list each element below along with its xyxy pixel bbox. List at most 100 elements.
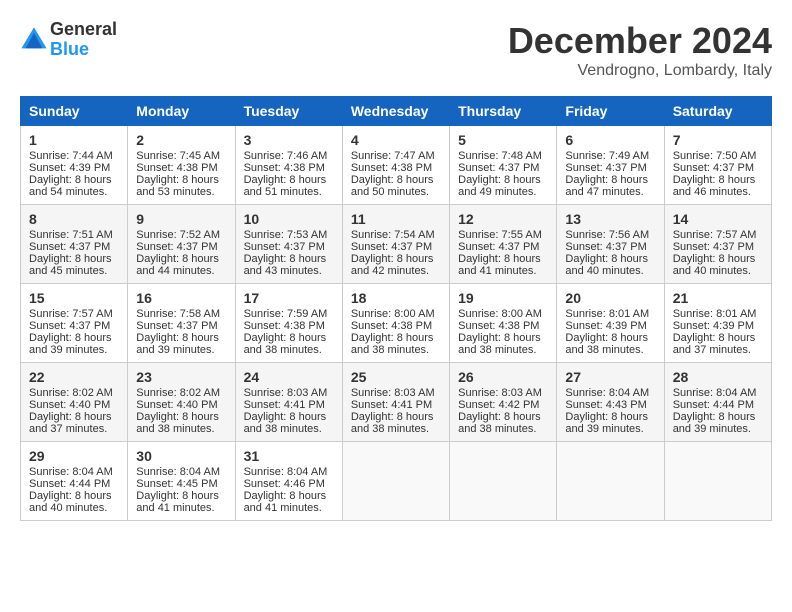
sunrise-text: Sunrise: 7:46 AM (244, 150, 334, 162)
sunrise-text: Sunrise: 7:56 AM (565, 229, 655, 241)
sunset-text: Sunset: 4:38 PM (351, 162, 441, 174)
day-number: 9 (136, 211, 226, 227)
sunset-text: Sunset: 4:41 PM (351, 399, 441, 411)
sunset-text: Sunset: 4:39 PM (29, 162, 119, 174)
sunrise-text: Sunrise: 7:48 AM (458, 150, 548, 162)
calendar-day-cell: 7Sunrise: 7:50 AMSunset: 4:37 PMDaylight… (664, 126, 771, 205)
day-number: 26 (458, 369, 548, 385)
day-number: 14 (673, 211, 763, 227)
daylight-text: Daylight: 8 hours and 38 minutes. (351, 411, 441, 435)
day-number: 30 (136, 448, 226, 464)
daylight-text: Daylight: 8 hours and 37 minutes. (673, 332, 763, 356)
calendar-day-cell: 3Sunrise: 7:46 AMSunset: 4:38 PMDaylight… (235, 126, 342, 205)
logo: General Blue (20, 20, 117, 60)
calendar-day-cell: 22 Sunrise: 8:02 AMSunset: 4:40 PMDayligh… (21, 363, 128, 442)
calendar-day-cell: 4Sunrise: 7:47 AMSunset: 4:38 PMDaylight… (342, 126, 449, 205)
calendar-day-cell: 20Sunrise: 8:01 AMSunset: 4:39 PMDayligh… (557, 284, 664, 363)
sunset-text: Sunset: 4:42 PM (458, 399, 548, 411)
sunset-text: Sunset: 4:37 PM (136, 320, 226, 332)
sunrise-text: Sunrise: 8:03 AM (244, 387, 334, 399)
daylight-text: Daylight: 8 hours and 38 minutes. (136, 411, 226, 435)
sunrise-text: Sunrise: 8:03 AM (458, 387, 548, 399)
daylight-text: Daylight: 8 hours and 51 minutes. (244, 174, 334, 198)
calendar-day-cell: 31Sunrise: 8:04 AMSunset: 4:46 PMDayligh… (235, 442, 342, 521)
calendar-day-cell: 23Sunrise: 8:02 AMSunset: 4:40 PMDayligh… (128, 363, 235, 442)
sunset-text: Sunset: 4:44 PM (29, 478, 119, 490)
calendar-day-cell: 2Sunrise: 7:45 AMSunset: 4:38 PMDaylight… (128, 126, 235, 205)
daylight-text: Daylight: 8 hours and 39 minutes. (136, 332, 226, 356)
day-number: 7 (673, 132, 763, 148)
daylight-text: Daylight: 8 hours and 40 minutes. (29, 490, 119, 514)
calendar-day-cell: 14Sunrise: 7:57 AMSunset: 4:37 PMDayligh… (664, 205, 771, 284)
header-day: Tuesday (235, 97, 342, 126)
sunset-text: Sunset: 4:41 PM (244, 399, 334, 411)
daylight-text: Daylight: 8 hours and 44 minutes. (136, 253, 226, 277)
daylight-text: Daylight: 8 hours and 38 minutes. (565, 332, 655, 356)
sunrise-text: Sunrise: 7:55 AM (458, 229, 548, 241)
sunset-text: Sunset: 4:38 PM (244, 162, 334, 174)
calendar-day-cell: 29Sunrise: 8:04 AMSunset: 4:44 PMDayligh… (21, 442, 128, 521)
calendar-day-cell: 30Sunrise: 8:04 AMSunset: 4:45 PMDayligh… (128, 442, 235, 521)
daylight-text: Daylight: 8 hours and 38 minutes. (458, 411, 548, 435)
header-day: Sunday (21, 97, 128, 126)
daylight-text: Daylight: 8 hours and 39 minutes. (673, 411, 763, 435)
day-number: 21 (673, 290, 763, 306)
sunset-text: Sunset: 4:37 PM (29, 241, 119, 253)
logo-blue-text: Blue (50, 40, 117, 60)
day-number: 15 (29, 290, 119, 306)
daylight-text: Daylight: 8 hours and 41 minutes. (458, 253, 548, 277)
sunset-text: Sunset: 4:39 PM (673, 320, 763, 332)
daylight-text: Daylight: 8 hours and 53 minutes. (136, 174, 226, 198)
sunrise-text: Sunrise: 8:04 AM (136, 466, 226, 478)
day-number: 24 (244, 369, 334, 385)
day-number: 6 (565, 132, 655, 148)
day-number: 11 (351, 211, 441, 227)
calendar-day-cell: 10Sunrise: 7:53 AMSunset: 4:37 PMDayligh… (235, 205, 342, 284)
calendar-day-cell: 28Sunrise: 8:04 AMSunset: 4:44 PMDayligh… (664, 363, 771, 442)
sunset-text: Sunset: 4:37 PM (673, 162, 763, 174)
calendar-day-cell (664, 442, 771, 521)
day-number: 1 (29, 132, 119, 148)
daylight-text: Daylight: 8 hours and 38 minutes. (244, 411, 334, 435)
daylight-text: Daylight: 8 hours and 37 minutes. (29, 411, 119, 435)
calendar-day-cell: 17Sunrise: 7:59 AMSunset: 4:38 PMDayligh… (235, 284, 342, 363)
day-number: 20 (565, 290, 655, 306)
sunrise-text: Sunrise: 7:45 AM (136, 150, 226, 162)
sunset-text: Sunset: 4:40 PM (29, 399, 119, 411)
daylight-text: Daylight: 8 hours and 46 minutes. (673, 174, 763, 198)
sunrise-text: Sunrise: 8:03 AM (351, 387, 441, 399)
calendar-day-cell: 8Sunrise: 7:51 AMSunset: 4:37 PMDaylight… (21, 205, 128, 284)
day-number: 22 (29, 369, 119, 385)
sunset-text: Sunset: 4:44 PM (673, 399, 763, 411)
sunrise-text: Sunrise: 8:04 AM (565, 387, 655, 399)
daylight-text: Daylight: 8 hours and 41 minutes. (244, 490, 334, 514)
sunset-text: Sunset: 4:37 PM (458, 241, 548, 253)
daylight-text: Daylight: 8 hours and 41 minutes. (136, 490, 226, 514)
calendar-day-cell: 1Sunrise: 7:44 AMSunset: 4:39 PMDaylight… (21, 126, 128, 205)
sunrise-text: Sunrise: 7:57 AM (673, 229, 763, 241)
day-number: 12 (458, 211, 548, 227)
calendar-day-cell: 9Sunrise: 7:52 AMSunset: 4:37 PMDaylight… (128, 205, 235, 284)
sunset-text: Sunset: 4:37 PM (29, 320, 119, 332)
sunrise-text: Sunrise: 8:00 AM (351, 308, 441, 320)
day-number: 27 (565, 369, 655, 385)
calendar-day-cell: 16Sunrise: 7:58 AMSunset: 4:37 PMDayligh… (128, 284, 235, 363)
sunset-text: Sunset: 4:37 PM (565, 241, 655, 253)
sunrise-text: Sunrise: 8:04 AM (244, 466, 334, 478)
sunrise-text: Sunrise: 7:49 AM (565, 150, 655, 162)
sunrise-text: Sunrise: 8:02 AM (136, 387, 226, 399)
sunset-text: Sunset: 4:40 PM (136, 399, 226, 411)
calendar-day-cell: 21Sunrise: 8:01 AMSunset: 4:39 PMDayligh… (664, 284, 771, 363)
day-number: 31 (244, 448, 334, 464)
sunset-text: Sunset: 4:37 PM (351, 241, 441, 253)
calendar-day-cell: 6Sunrise: 7:49 AMSunset: 4:37 PMDaylight… (557, 126, 664, 205)
header-day: Thursday (450, 97, 557, 126)
sunrise-text: Sunrise: 8:02 AM (29, 387, 119, 399)
location: Vendrogno, Lombardy, Italy (508, 62, 772, 80)
sunrise-text: Sunrise: 7:59 AM (244, 308, 334, 320)
sunrise-text: Sunrise: 8:00 AM (458, 308, 548, 320)
sunrise-text: Sunrise: 8:04 AM (673, 387, 763, 399)
sunrise-text: Sunrise: 7:54 AM (351, 229, 441, 241)
sunrise-text: Sunrise: 8:04 AM (29, 466, 119, 478)
day-number: 19 (458, 290, 548, 306)
